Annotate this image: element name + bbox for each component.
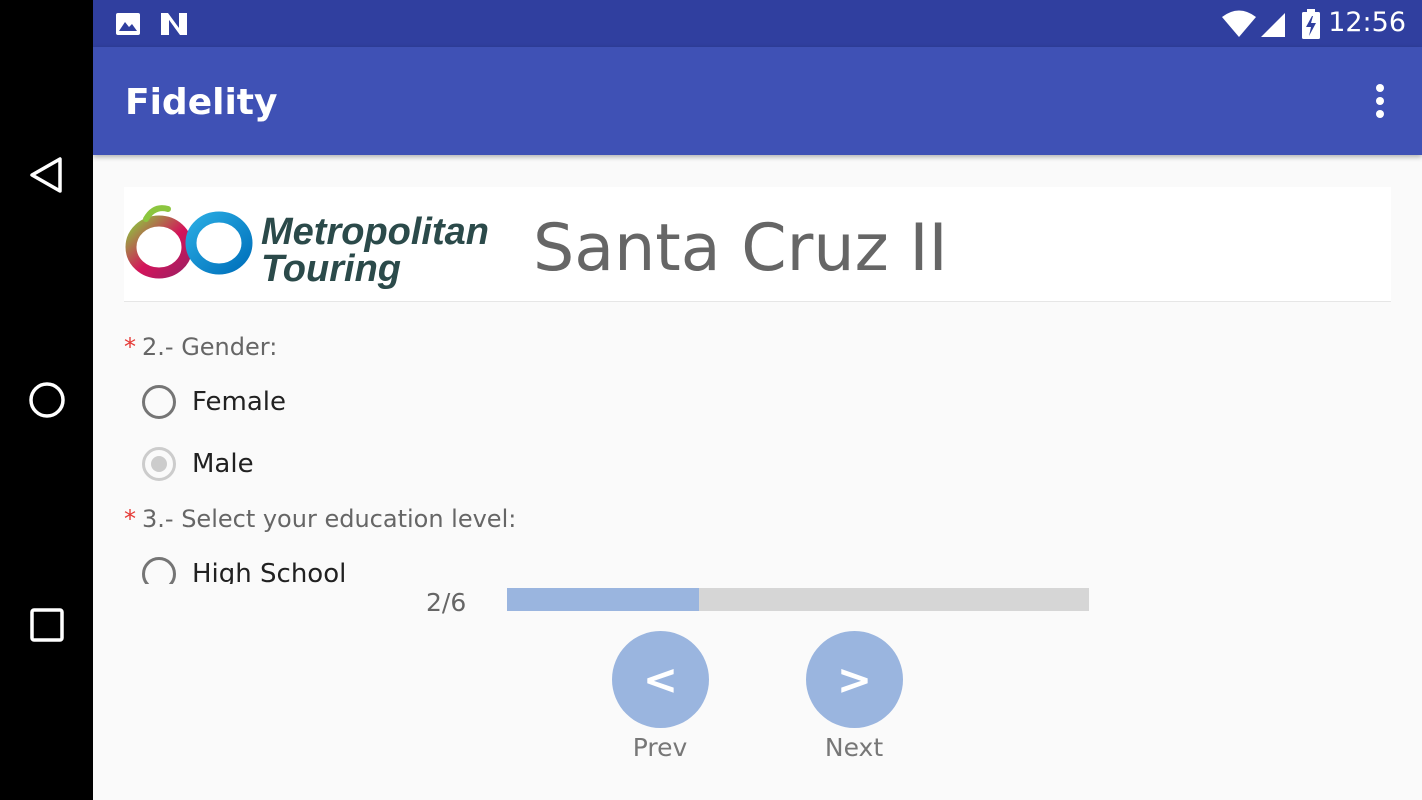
battery-charging-icon	[1302, 9, 1320, 39]
progress-counter: 2/6	[426, 588, 467, 617]
radio-button[interactable]	[142, 557, 176, 584]
app-title: Fidelity	[125, 82, 278, 123]
survey-header: Metropolitan Touring Santa Cruz II	[124, 187, 1391, 302]
back-button[interactable]	[0, 130, 93, 220]
radio-button[interactable]	[142, 385, 176, 419]
app-bar: Fidelity	[93, 47, 1422, 155]
home-button[interactable]	[0, 355, 93, 445]
next-label: Next	[824, 733, 884, 762]
back-triangle-icon	[29, 157, 62, 193]
more-options-button[interactable]	[1360, 77, 1400, 125]
cell-signal-icon	[1261, 13, 1285, 37]
survey-content: Metropolitan Touring Santa Cruz II * 2.- …	[93, 155, 1422, 800]
status-time: 12:56	[1328, 7, 1406, 38]
radio-button[interactable]	[142, 447, 176, 481]
next-button[interactable]: >	[806, 631, 903, 728]
required-mark: *	[124, 505, 136, 533]
progress-bar	[507, 588, 1089, 611]
home-circle-icon	[28, 382, 65, 418]
more-vert-icon	[1376, 84, 1384, 92]
wifi-icon	[1222, 10, 1256, 37]
system-navigation-bar	[0, 0, 93, 800]
prev-label: Prev	[632, 733, 688, 762]
question-education-label: * 3.- Select your education level:	[124, 505, 517, 533]
n-notification-icon	[161, 13, 187, 35]
svg-text:Touring: Touring	[261, 248, 401, 289]
recents-button[interactable]	[0, 580, 93, 670]
metropolitan-touring-logo: Metropolitan Touring	[125, 205, 489, 289]
image-icon	[116, 13, 140, 35]
option-high-school[interactable]: High School	[142, 554, 346, 584]
option-label: Male	[192, 449, 254, 479]
required-mark: *	[124, 333, 136, 361]
svg-text:Metropolitan: Metropolitan	[261, 211, 489, 253]
option-male[interactable]: Male	[142, 444, 254, 484]
progress-bar-fill	[507, 588, 700, 611]
status-bar: 12:56	[93, 0, 1422, 47]
question-gender-label: * 2.- Gender:	[124, 333, 278, 361]
questions-scroll-area[interactable]: * 2.- Gender: Female Male * 3.- Select you…	[124, 322, 1391, 584]
survey-title: Santa Cruz II	[533, 211, 948, 286]
option-female[interactable]: Female	[142, 382, 286, 422]
recents-square-icon	[29, 608, 64, 642]
option-label: High School	[192, 559, 347, 584]
prev-button[interactable]: <	[612, 631, 709, 728]
option-label: Female	[192, 387, 287, 417]
